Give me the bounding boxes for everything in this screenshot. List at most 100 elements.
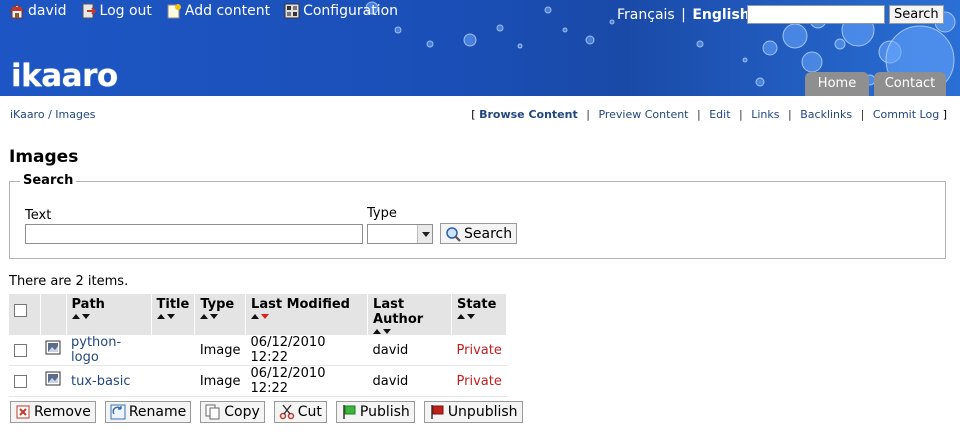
col-last-author[interactable]: Last Author <box>367 294 453 335</box>
lang-english[interactable]: English <box>692 7 749 23</box>
rename-button[interactable]: Rename <box>104 401 192 423</box>
user-name: david <box>28 3 67 19</box>
cut-label: Cut <box>297 404 322 420</box>
table-row: python-logo Image 06/12/2010 12:22 david… <box>9 335 507 366</box>
row-author: david <box>367 365 452 397</box>
main-nav: Home Contact <box>805 72 946 96</box>
col-path[interactable]: Path <box>66 294 152 335</box>
sort-arrows-icon[interactable] <box>71 314 146 320</box>
type-label: Type <box>367 206 397 221</box>
col-type-label: Type <box>200 297 235 312</box>
logout-icon <box>82 3 96 19</box>
row-checkbox[interactable] <box>14 343 27 357</box>
view-edit[interactable]: Edit <box>709 108 730 121</box>
row-type: Image <box>194 365 246 397</box>
user-link[interactable]: david <box>9 3 67 19</box>
breadcrumb: iKaaro / Images <box>10 108 95 121</box>
site-logo[interactable]: ikaaro <box>11 58 118 94</box>
text-label: Text <box>25 208 52 223</box>
configuration-label: Configuration <box>303 3 399 19</box>
row-state: Private <box>451 365 507 397</box>
new-document-icon <box>167 4 181 19</box>
remove-button[interactable]: Remove <box>10 401 96 423</box>
row-title <box>151 335 195 366</box>
view-links[interactable]: Links <box>751 108 779 121</box>
lang-french[interactable]: Français <box>617 7 675 23</box>
col-last-modified[interactable]: Last Modified <box>245 294 369 335</box>
add-content-label: Add content <box>184 3 271 19</box>
page-title: Images <box>9 147 79 167</box>
remove-icon <box>16 405 30 419</box>
col-title[interactable]: Title <box>151 294 196 335</box>
col-path-label: Path <box>71 297 105 312</box>
publish-button[interactable]: Publish <box>335 401 415 423</box>
table-row: tux-basic Image 06/12/2010 12:22 david P… <box>9 365 507 397</box>
sort-arrows-icon[interactable] <box>457 314 501 320</box>
top-menu: david Log out Add content Configuration <box>9 3 398 19</box>
scissors-icon <box>279 404 295 420</box>
chevron-down-icon <box>417 225 432 243</box>
language-switcher: Français | English <box>617 7 750 23</box>
type-select[interactable] <box>367 224 433 244</box>
icon-header <box>40 294 67 335</box>
select-all-checkbox[interactable] <box>14 304 27 317</box>
breadcrumb-current[interactable]: Images <box>55 108 95 121</box>
sort-arrows-icon[interactable] <box>251 314 362 320</box>
search-legend: Search <box>20 173 77 188</box>
top-search-input[interactable] <box>747 5 885 24</box>
rename-label: Rename <box>128 404 187 420</box>
remove-label: Remove <box>34 404 91 420</box>
results-table: Path Title Type Last Modified Last Autho… <box>9 294 508 397</box>
sort-arrows-icon[interactable] <box>200 314 240 320</box>
breadcrumb-root[interactable]: iKaaro <box>10 108 45 121</box>
search-button-label: Search <box>464 225 513 242</box>
logout-label: Log out <box>99 3 152 19</box>
copy-label: Copy <box>224 404 260 420</box>
col-last-modified-label: Last Modified <box>251 297 350 312</box>
col-last-author-label: Last Author <box>373 297 424 327</box>
row-modified: 06/12/2010 12:22 <box>245 335 368 366</box>
row-checkbox[interactable] <box>14 374 27 388</box>
view-browse-content[interactable]: Browse Content <box>479 108 578 121</box>
top-search-button[interactable]: Search <box>889 5 944 24</box>
items-count: There are 2 items. <box>9 274 129 289</box>
col-type[interactable]: Type <box>194 294 247 335</box>
unpublish-button[interactable]: Unpublish <box>423 401 523 423</box>
row-path-link[interactable]: python-logo <box>71 335 121 365</box>
logout-link[interactable]: Log out <box>81 3 152 19</box>
breadcrumb-separator: / <box>48 108 52 121</box>
configuration-link[interactable]: Configuration <box>284 3 398 19</box>
row-state: Private <box>451 335 507 366</box>
publish-label: Publish <box>359 404 410 420</box>
red-flag-icon <box>431 405 444 419</box>
view-preview-content[interactable]: Preview Content <box>598 108 688 121</box>
col-state-label: State <box>457 297 497 312</box>
image-icon <box>45 340 61 355</box>
cut-button[interactable]: Cut <box>273 401 327 423</box>
tab-home[interactable]: Home <box>805 72 869 96</box>
search-button[interactable]: Search <box>440 223 518 244</box>
views-bracket-close: ] <box>942 108 947 121</box>
views-bracket-open: [ <box>471 108 476 121</box>
content-views: [ Browse Content | Preview Content | Edi… <box>471 108 947 121</box>
sort-arrows-icon[interactable] <box>156 314 190 320</box>
copy-button[interactable]: Copy <box>200 401 265 423</box>
view-backlinks[interactable]: Backlinks <box>800 108 852 121</box>
view-commit-log[interactable]: Commit Log <box>873 108 939 121</box>
home-icon <box>9 4 25 19</box>
magnifier-icon <box>446 226 461 242</box>
rename-icon <box>110 404 126 420</box>
copy-icon <box>205 404 220 420</box>
row-author: david <box>367 335 452 366</box>
select-all-header <box>9 294 41 335</box>
row-path-link[interactable]: tux-basic <box>71 374 130 389</box>
tab-contact[interactable]: Contact <box>874 72 946 96</box>
add-content-link[interactable]: Add content <box>166 3 270 19</box>
row-modified: 06/12/2010 12:22 <box>245 365 368 397</box>
search-fieldset: Search Text Type Search <box>9 173 946 259</box>
row-title <box>151 365 195 397</box>
unpublish-label: Unpublish <box>447 404 518 420</box>
configuration-icon <box>284 3 300 19</box>
text-search-input[interactable] <box>25 224 363 244</box>
col-state[interactable]: State <box>451 294 508 335</box>
